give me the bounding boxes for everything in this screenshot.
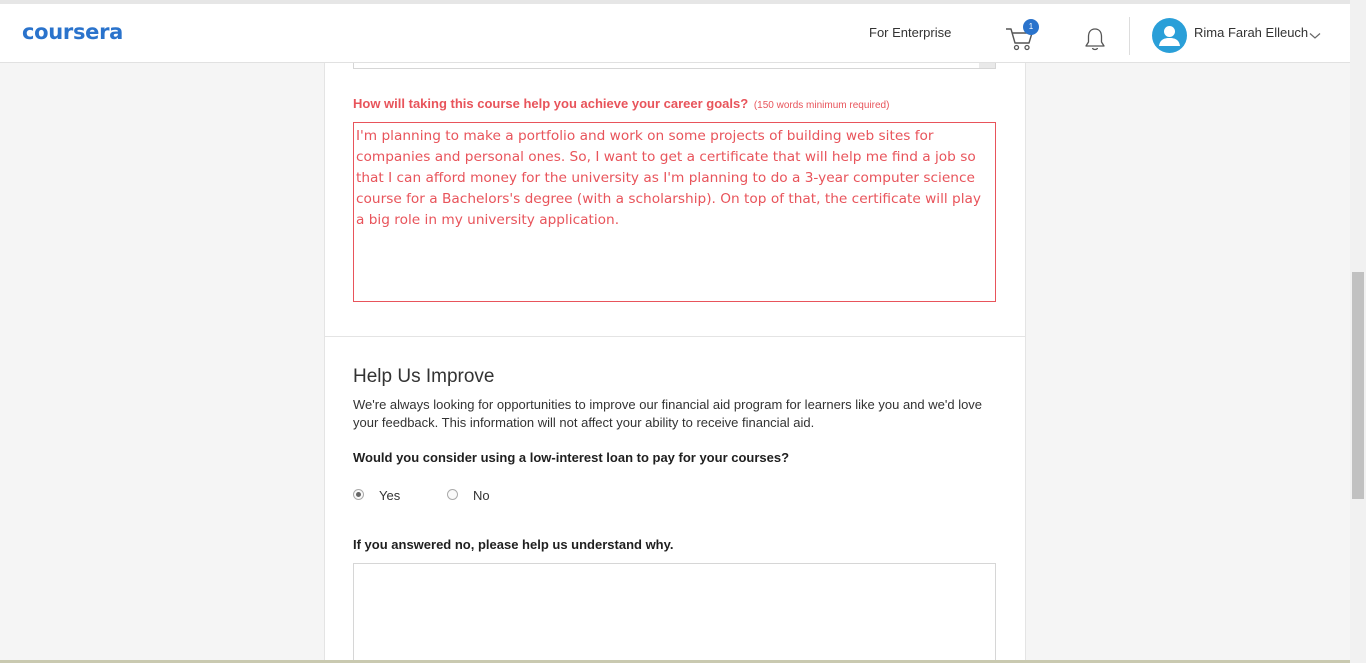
coursera-logo[interactable]: coursera (22, 20, 123, 44)
help-us-improve-description: We're always looking for opportunities t… (353, 397, 983, 430)
chevron-down-icon[interactable] (1309, 32, 1321, 40)
bell-icon[interactable] (1084, 26, 1106, 52)
why-textarea[interactable] (353, 563, 996, 663)
yes-radio-label[interactable]: Yes (379, 488, 400, 503)
page-scrollbar-thumb[interactable] (1352, 272, 1364, 499)
cart-count-badge: 1 (1023, 19, 1039, 35)
person-icon (1159, 26, 1180, 46)
career-goals-question: How will taking this course help you ach… (353, 96, 889, 111)
career-goals-textarea[interactable]: I'm planning to make a portfolio and wor… (353, 122, 996, 302)
for-enterprise-link[interactable]: For Enterprise (869, 25, 951, 40)
career-goals-label: How will taking this course help you ach… (353, 96, 749, 111)
user-name[interactable]: Rima Farah Elleuch (1194, 25, 1308, 40)
yes-radio[interactable] (353, 489, 364, 500)
why-question: If you answered no, please help us under… (353, 537, 674, 552)
previous-answer-textarea[interactable] (353, 63, 996, 69)
section-divider (325, 336, 1025, 337)
previous-textarea-scrollbar[interactable] (979, 63, 995, 68)
no-radio-label[interactable]: No (473, 488, 490, 503)
loan-question: Would you consider using a low-interest … (353, 450, 790, 465)
top-header: coursera For Enterprise 1 Rima Farah Ell… (0, 0, 1350, 63)
user-avatar[interactable] (1152, 18, 1187, 53)
header-divider (1129, 17, 1130, 55)
help-us-improve-heading: Help Us Improve (353, 366, 495, 387)
no-radio[interactable] (447, 489, 458, 500)
word-count-hint: (150 words minimum required) (753, 100, 890, 111)
